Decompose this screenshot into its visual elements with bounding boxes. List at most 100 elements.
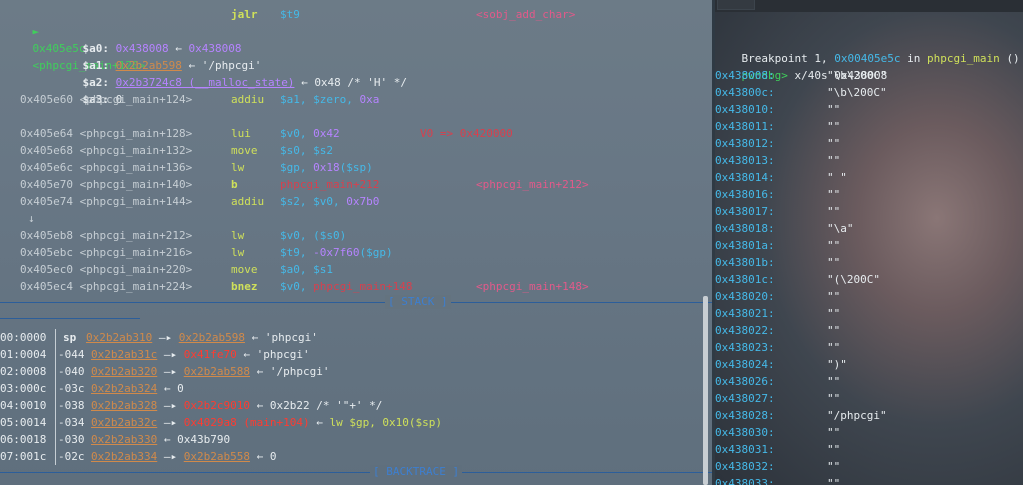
pane-scrollbar[interactable] [703, 296, 708, 485]
stack-column-divider [55, 346, 56, 363]
disasm-row: 0x405ec0 <phpcgi_main+220> [20, 263, 193, 276]
disasm-operands: phpcgi_main+212 [280, 178, 380, 191]
stack-offset: -03c [58, 382, 85, 395]
stack-column-divider [55, 431, 56, 448]
stack-row: 00:0000 [0, 331, 47, 344]
stack-row: 05:0014 [0, 416, 47, 429]
memory-address: 0x438018: [715, 222, 775, 235]
stack-offset: -02c [58, 450, 85, 463]
disasm-mnemonic: lw [231, 161, 245, 174]
disasm-mnemonic: move [231, 144, 258, 157]
disasm-mnemonic: addiu [231, 93, 265, 106]
memory-string: "" [827, 120, 841, 133]
memory-address: 0x438030: [715, 426, 775, 439]
disasm-mnemonic: lw [231, 229, 245, 242]
jump-arrow-icon: ↓ [28, 212, 35, 225]
stack-value: 0x2b2ab310 —▸ 0x2b2ab598 ← 'phpcgi' [86, 331, 318, 344]
stack-column-divider [55, 363, 56, 380]
memory-string: "" [827, 477, 841, 485]
memory-string: "" [827, 103, 841, 116]
memory-string: "" [827, 426, 841, 439]
disasm-mnemonic: lui [231, 127, 251, 140]
stack-column-divider [55, 414, 56, 431]
current-instruction: ► 0x405e5c <phpcgi_main+120> [6, 6, 146, 72]
disasm-mnemonic: addiu [231, 195, 265, 208]
stack-row: 03:000c [0, 382, 47, 395]
arg-a3: $a3: 0 [82, 93, 123, 106]
memory-string: "" [827, 256, 841, 269]
backtrace-divider [0, 472, 712, 473]
stack-row: 07:001c [0, 450, 47, 463]
disasm-operands: $a1, $zero, 0xa [280, 93, 380, 106]
memory-string: "" [827, 205, 841, 218]
memory-address: 0x438031: [715, 443, 775, 456]
memory-string: "" [827, 392, 841, 405]
breakpoint-line: Breakpoint 1, 0x00405e5c in phpcgi_main … [741, 52, 1020, 65]
disasm-row: 0x405ec4 <phpcgi_main+224> [20, 280, 193, 293]
memory-string: " " [827, 171, 847, 184]
disasm-mnemonic: move [231, 263, 258, 276]
memory-address: 0x438027: [715, 392, 775, 405]
stack-column-divider [55, 448, 56, 465]
stack-row: 02:0008 [0, 365, 47, 378]
memory-string: "" [827, 137, 841, 150]
memory-address: 0x43801a: [715, 239, 775, 252]
memory-string: "" [827, 188, 841, 201]
stack-subrule [0, 318, 140, 319]
memory-address: 0x438013: [715, 154, 775, 167]
memory-address: 0x438032: [715, 460, 775, 473]
console-tab-bar [715, 0, 1023, 12]
memory-string: "" [827, 290, 841, 303]
stack-column-divider [55, 329, 56, 346]
memory-string: "" [827, 341, 841, 354]
disasm-operands: $gp, 0x18($sp) [280, 161, 373, 174]
gdb-console-pane: Breakpoint 1, 0x00405e5c in phpcgi_main … [715, 0, 1023, 485]
stack-row: 04:0010 [0, 399, 47, 412]
backtrace-banner: [ BACKTRACE ] [370, 465, 463, 479]
current-marker-icon: ► [32, 25, 40, 38]
stack-row: 06:0018 [0, 433, 47, 446]
disasm-row: 0x405ebc <phpcgi_main+216> [20, 246, 193, 259]
memory-string: "(\200C" [827, 273, 880, 286]
memory-string: "" [827, 307, 841, 320]
register-annotation: V0 => 0x420000 [420, 127, 513, 140]
disasm-operands: $v0, ($s0) [280, 229, 347, 242]
memory-string: "" [827, 375, 841, 388]
memory-string: "" [827, 154, 841, 167]
stack-offset: -030 [58, 433, 85, 446]
pwndbg-context-pane: ► 0x405e5c <phpcgi_main+120> jalr $t9 <s… [0, 0, 712, 485]
arg-a1: $a1: 0x2b2ab598 ← '/phpcgi' [82, 59, 262, 72]
memory-address: 0x438024: [715, 358, 775, 371]
arg-a2: $a2: 0x2b3724c8 (__malloc_state) ← 0x48 … [82, 76, 408, 89]
console-tab[interactable] [717, 0, 755, 10]
memory-string: "\a" [827, 222, 854, 235]
branch-target: <phpcgi_main+212> [476, 178, 589, 191]
call-target: <sobj_add_char> [476, 8, 576, 21]
memory-address: 0x438028: [715, 409, 775, 422]
stack-column-divider [55, 397, 56, 414]
stack-divider [0, 302, 712, 303]
stack-row: 01:0004 [0, 348, 47, 361]
current-operand: $t9 [280, 8, 300, 21]
prompt-line[interactable]: pwndbg> x/40s 0x438008 [715, 50, 888, 82]
memory-string: "\b\200C" [827, 69, 887, 82]
stack-value: 0x2b2ab324 ← 0 [91, 382, 184, 395]
stack-offset: sp [63, 331, 77, 344]
stack-value: 0x2b2ab31c —▸ 0x41fe70 ← 'phpcgi' [91, 348, 310, 361]
disasm-row: 0x405eb8 <phpcgi_main+212> [20, 229, 193, 242]
memory-address: 0x438020: [715, 290, 775, 303]
memory-address: 0x438011: [715, 120, 775, 133]
branch-target: <phpcgi_main+148> [476, 280, 589, 293]
memory-string: "" [827, 443, 841, 456]
memory-address: 0x438017: [715, 205, 775, 218]
stack-offset: -034 [58, 416, 85, 429]
stack-value: 0x2b2ab334 —▸ 0x2b2ab558 ← 0 [91, 450, 277, 463]
disasm-operands: $a0, $s1 [280, 263, 333, 276]
memory-address: 0x438033: [715, 477, 775, 485]
disasm-row: 0x405e60 <phpcgi_main+124> [20, 93, 193, 106]
disasm-operands: $s2, $v0, 0x7b0 [280, 195, 380, 208]
disasm-row: 0x405e68 <phpcgi_main+132> [20, 144, 193, 157]
memory-address: 0x438010: [715, 103, 775, 116]
memory-address: 0x438022: [715, 324, 775, 337]
memory-address: 0x43800c: [715, 86, 775, 99]
